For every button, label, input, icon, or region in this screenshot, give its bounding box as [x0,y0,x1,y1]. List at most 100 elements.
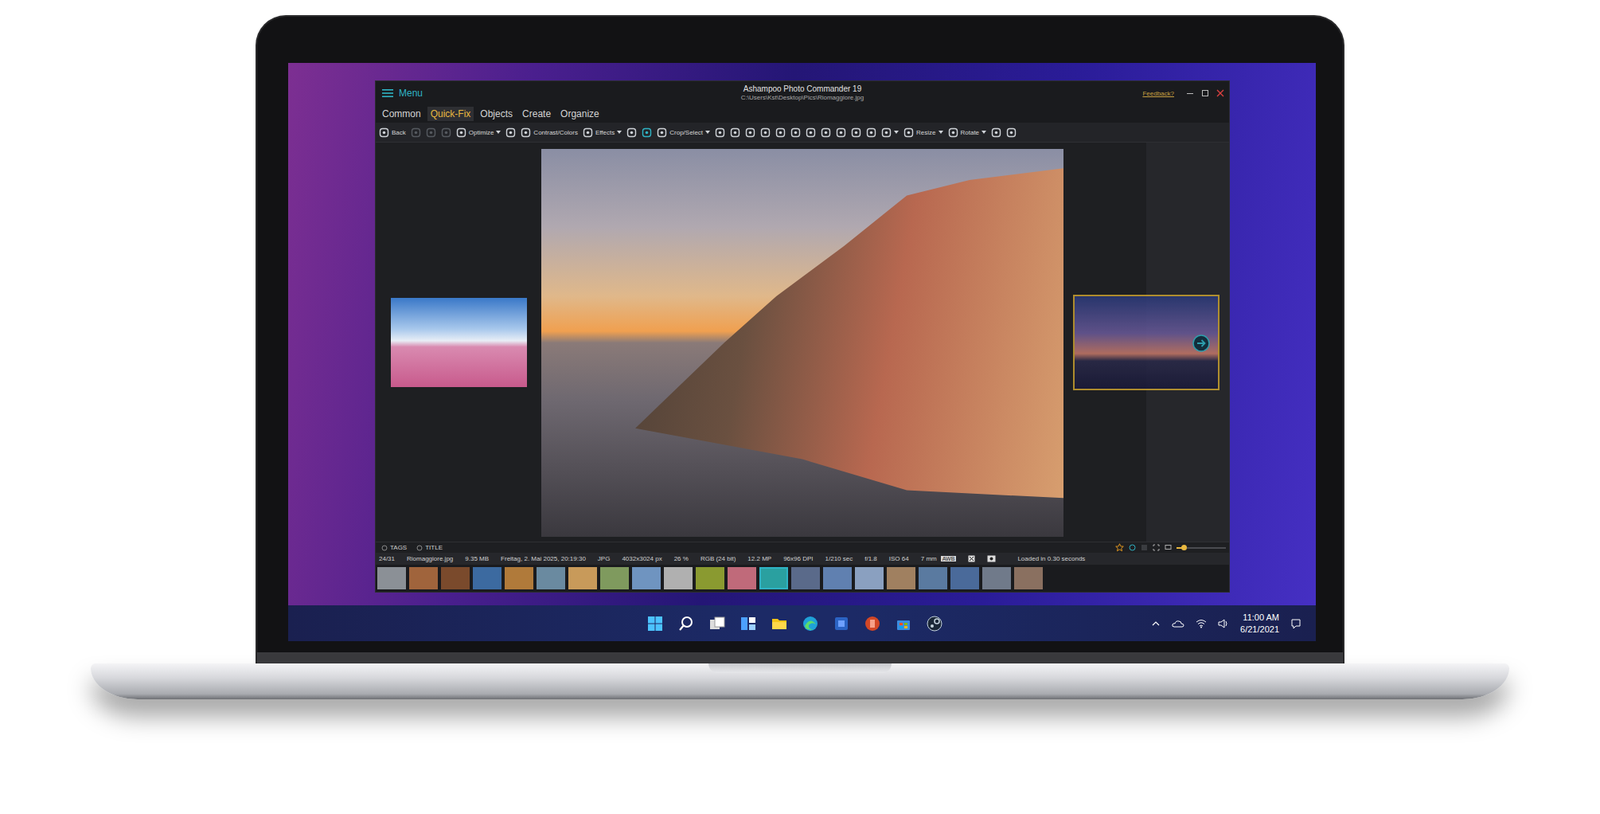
zoom-knob[interactable] [1181,544,1187,551]
tool-icon [641,127,652,138]
volume-icon[interactable] [1217,618,1230,629]
info-row: TAGS TITLE [375,541,1230,553]
ribbon-tab[interactable]: Objects [476,106,516,121]
fullscreen-icon[interactable] [1152,543,1160,551]
minimize-icon[interactable] [1186,89,1195,98]
notification-icon[interactable] [1290,617,1302,629]
toolbar-button[interactable]: Back [378,127,406,138]
filmstrip-thumbnail[interactable] [440,566,470,590]
menu-button[interactable]: Menu [380,87,423,99]
toolbar-button[interactable]: Rotate [948,127,988,138]
ribbon-tabs: CommonQuick-FixObjectsCreateOrganize [375,105,1230,123]
filmstrip-thumbnail[interactable] [568,566,598,590]
tool-icon [835,127,847,138]
toolbar-button[interactable] [881,127,899,138]
wifi-icon[interactable] [1195,618,1207,629]
filmstrip-thumbnail[interactable] [632,566,661,590]
widgets-icon[interactable] [739,614,758,633]
filmstrip-thumbnail[interactable] [409,566,438,590]
toolbar-button[interactable] [410,127,422,138]
filmstrip-thumbnail[interactable] [950,566,980,590]
filmstrip-thumbnail[interactable] [377,566,406,590]
filmstrip-thumbnail[interactable] [854,566,884,590]
toolbar-button[interactable] [790,127,801,138]
info-tab[interactable]: TAGS [378,543,410,551]
toolbar-button[interactable] [820,127,832,138]
toolbar-button[interactable] [850,127,862,138]
onedrive-icon[interactable] [1171,618,1185,629]
toolbar-button[interactable]: Crop/Select [656,127,711,138]
feedback-link[interactable]: Feedback? [1142,89,1175,98]
filmstrip [375,564,1230,592]
toolbar-button[interactable] [729,127,741,138]
toolbar-button[interactable] [505,127,516,138]
toolbar-button[interactable]: Effects [582,127,622,138]
toolbar-button[interactable] [745,127,756,138]
edge-icon[interactable] [801,614,820,633]
status-field: RGB (24 bit) [700,554,736,562]
file-explorer-icon[interactable] [770,614,789,633]
close-icon[interactable] [1216,89,1225,98]
ribbon-tab[interactable]: Common [378,106,425,121]
filmstrip-thumbnail[interactable] [663,566,693,590]
toolbar-button[interactable] [1006,127,1017,138]
filmstrip-thumbnail[interactable] [982,566,1011,590]
status-bar: 24/31Riomaggiore.jpg9.35 MBFreitag, 2. M… [375,552,1230,565]
filmstrip-thumbnail[interactable] [695,566,725,590]
toolbar-button[interactable] [425,127,437,138]
powerpoint-icon[interactable] [863,614,882,633]
info-tab[interactable]: TITLE [413,543,445,551]
chevron-up-icon[interactable] [1151,618,1161,629]
toolbar-button[interactable] [991,127,1002,138]
filmstrip-thumbnail[interactable] [791,566,820,590]
taskbar: 11:00 AM6/21/2021 [288,604,1316,641]
next-image[interactable] [1073,294,1220,391]
dropdown-arrow-icon [893,130,899,134]
toolbar-button[interactable] [641,127,652,138]
filmstrip-thumbnail[interactable] [1014,566,1043,590]
toolbar-button[interactable] [714,127,726,138]
store-icon[interactable] [894,614,913,633]
toolbar-button[interactable]: Contrast/Colors [520,127,578,138]
tool-label: Rotate [960,128,980,137]
filmstrip-thumbnail[interactable] [759,566,789,590]
word-icon[interactable] [832,614,851,633]
tool-label: Crop/Select [669,128,703,137]
filmstrip-thumbnail[interactable] [600,566,629,590]
toolbar-button[interactable]: Optimize [456,127,502,138]
toolbar-button[interactable] [866,127,877,138]
search-icon[interactable] [677,614,695,633]
clock[interactable]: 11:00 AM6/21/2021 [1240,611,1280,635]
ribbon-tab[interactable]: Create [519,106,555,121]
filmstrip-thumbnail[interactable] [536,566,566,590]
star-icon[interactable] [1115,542,1124,552]
task-view-icon[interactable] [708,614,726,633]
toolbar-button[interactable] [440,127,452,138]
ribbon-tab[interactable]: Organize [557,106,603,121]
filmstrip-thumbnail[interactable] [886,566,916,590]
toolbar-button[interactable] [775,127,786,138]
maximize-icon[interactable] [1201,89,1210,98]
filmstrip-thumbnail[interactable] [727,566,757,590]
toolbar-button[interactable] [805,127,816,138]
toolbar-button[interactable] [626,127,637,138]
start-icon[interactable] [646,614,664,633]
status-field: f/1.8 [864,554,878,562]
previous-image[interactable] [390,297,527,387]
tag-icon[interactable] [1128,543,1136,551]
next-arrow-icon[interactable] [1192,334,1210,352]
ribbon-tab[interactable]: Quick-Fix [427,106,475,121]
filmstrip-thumbnail[interactable] [472,566,502,590]
tool-icon [456,127,467,138]
flag-icon[interactable] [1140,543,1148,551]
toolbar-button[interactable] [760,127,771,138]
monitor-icon[interactable] [1164,543,1172,551]
zoom-slider[interactable] [1176,546,1226,549]
page: MenuAshampoo Photo Commander 19C:\Users\… [0,0,1600,814]
filmstrip-thumbnail[interactable] [823,566,852,590]
filmstrip-thumbnail[interactable] [918,566,948,590]
toolbar-button[interactable] [835,127,847,138]
filmstrip-thumbnail[interactable] [504,566,534,590]
steam-icon[interactable] [925,614,944,633]
toolbar-button[interactable]: Resize [903,127,943,138]
